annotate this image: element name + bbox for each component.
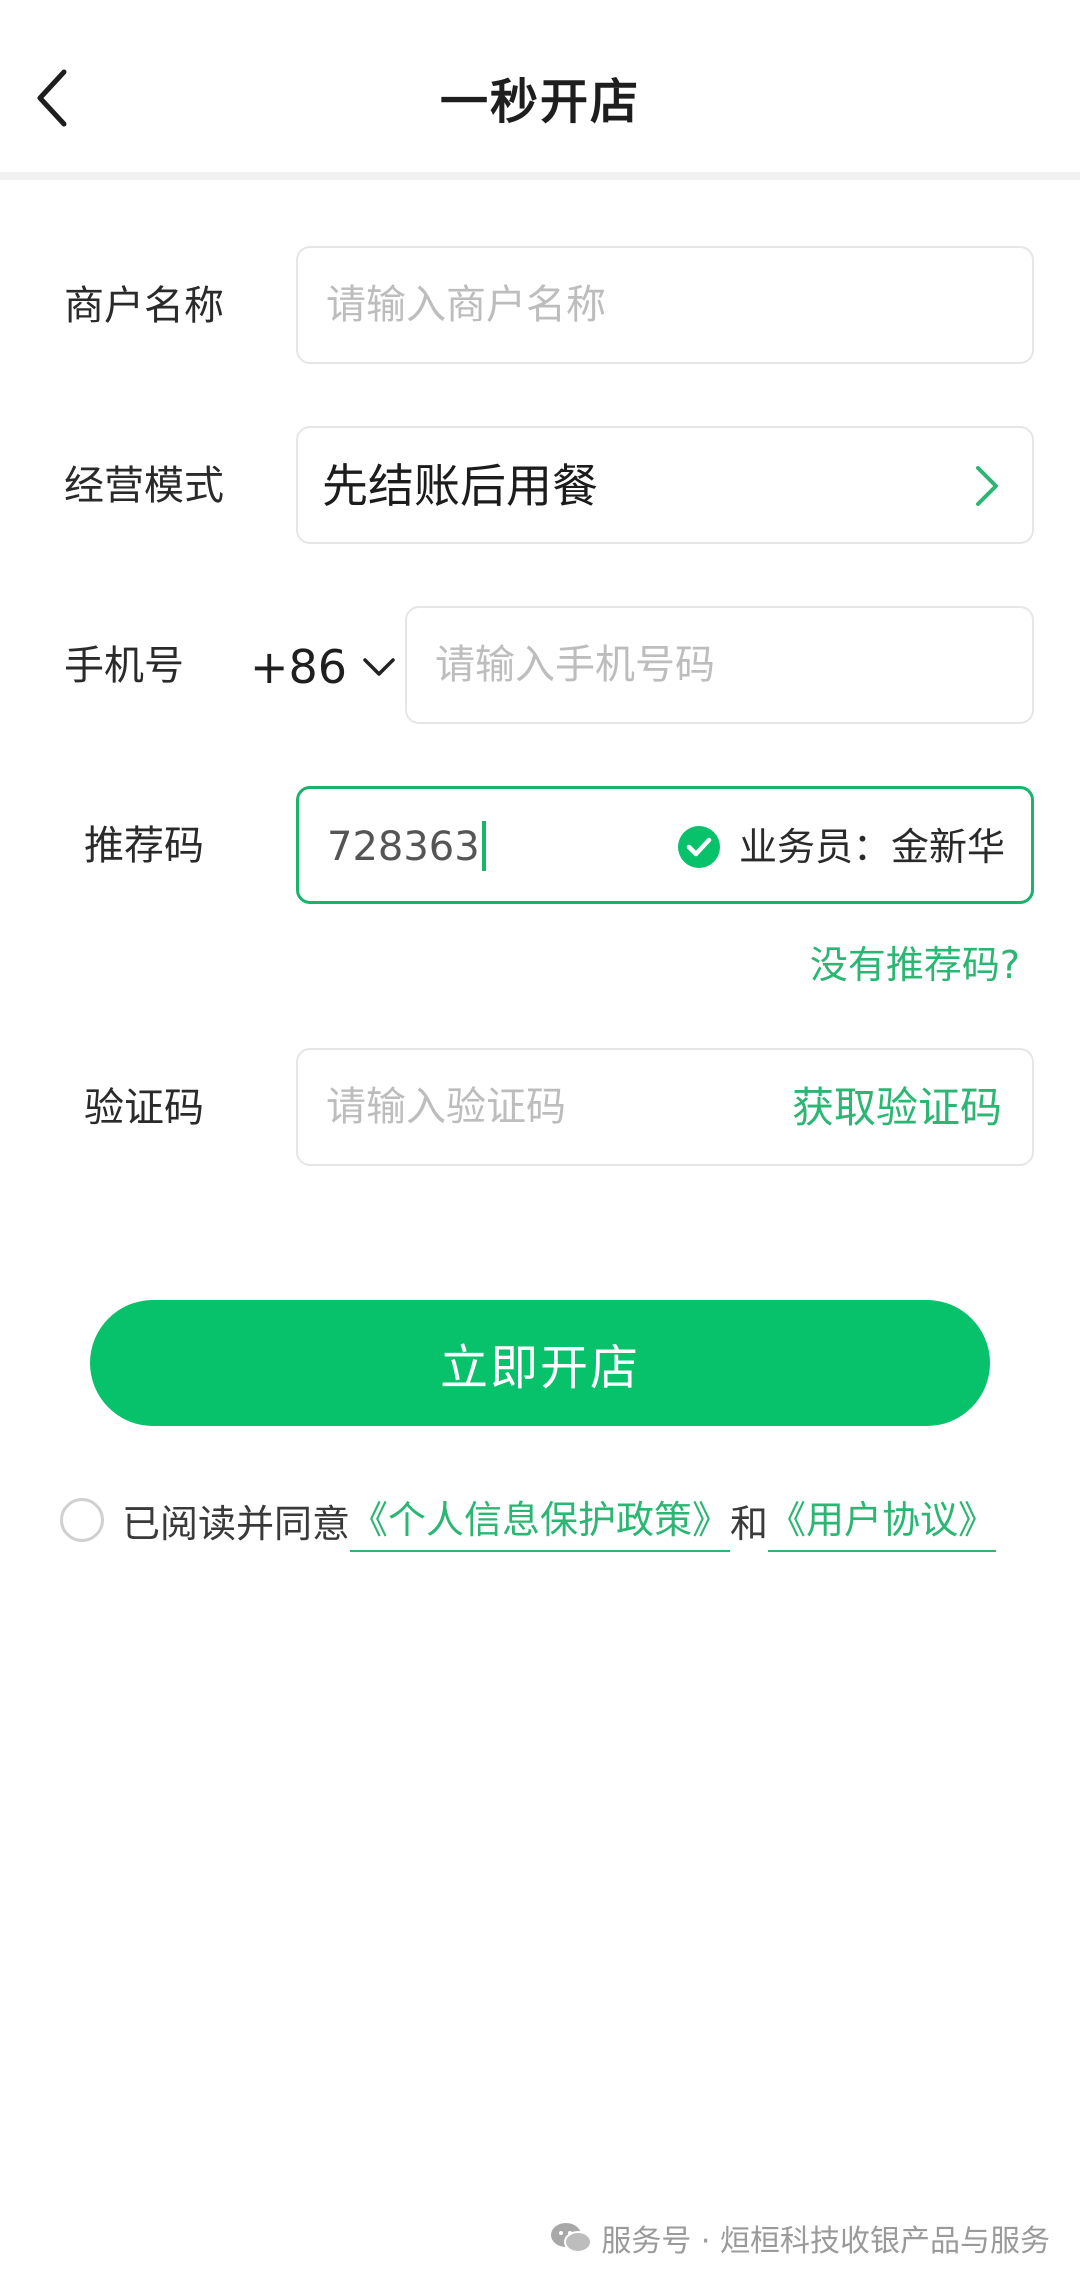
referral-field[interactable]: 728363 业务员：金新华 bbox=[296, 786, 1034, 904]
agreement-row: 已阅读并同意 《个人信息保护政策》 和 《用户协议》 bbox=[60, 1489, 997, 1552]
country-code-select[interactable]: +86 bbox=[250, 632, 397, 702]
wechat-icon bbox=[551, 2223, 593, 2253]
agreement-checkbox[interactable] bbox=[60, 1498, 104, 1542]
no-referral-code-link[interactable]: 没有推荐码? bbox=[810, 934, 1020, 989]
country-code-value: +86 bbox=[250, 640, 348, 694]
referral-input[interactable]: 728363 bbox=[327, 819, 486, 875]
phone-input[interactable] bbox=[407, 608, 1032, 722]
chevron-down-icon bbox=[363, 658, 395, 676]
referral-value: 728363 bbox=[327, 824, 480, 870]
phone-label: 手机号 bbox=[64, 643, 184, 689]
open-store-button[interactable]: 立即开店 bbox=[90, 1300, 990, 1426]
verification-field: 获取验证码 bbox=[296, 1048, 1034, 1166]
phone-field bbox=[405, 606, 1034, 724]
verification-input[interactable] bbox=[298, 1050, 778, 1164]
merchant-name-field bbox=[296, 246, 1034, 364]
check-circle-icon bbox=[677, 826, 720, 868]
business-mode-label: 经营模式 bbox=[64, 463, 224, 509]
referral-label: 推荐码 bbox=[84, 823, 204, 869]
header-bar: 一秒开店 bbox=[0, 0, 1080, 180]
get-code-button[interactable]: 获取验证码 bbox=[792, 1080, 1002, 1136]
agreement-prefix: 已阅读并同意 bbox=[122, 1501, 351, 1546]
business-mode-select[interactable]: 先结账后用餐 bbox=[296, 426, 1034, 544]
watermark-text: 服务号 · 烜桓科技收银产品与服务 bbox=[601, 2224, 1050, 2259]
page: 一秒开店 商户名称 经营模式 先结账后用餐 手机号 +86 推荐码 728363… bbox=[0, 0, 1080, 2283]
salesperson-text: 业务员：金新华 bbox=[738, 825, 1005, 869]
referral-verified: 业务员：金新华 bbox=[677, 819, 1005, 875]
chevron-right-icon bbox=[976, 466, 998, 506]
merchant-name-input[interactable] bbox=[298, 248, 1032, 362]
agreement-and: 和 bbox=[730, 1501, 769, 1546]
verification-label: 验证码 bbox=[84, 1085, 204, 1131]
privacy-policy-link[interactable]: 《个人信息保护政策》 bbox=[350, 1489, 731, 1552]
text-caret bbox=[481, 821, 486, 871]
user-agreement-link[interactable]: 《用户协议》 bbox=[768, 1489, 997, 1552]
watermark: 服务号 · 烜桓科技收银产品与服务 bbox=[549, 2216, 1050, 2260]
merchant-name-label: 商户名称 bbox=[64, 283, 224, 329]
page-title: 一秒开店 bbox=[439, 74, 640, 130]
business-mode-value: 先结账后用餐 bbox=[322, 459, 598, 513]
